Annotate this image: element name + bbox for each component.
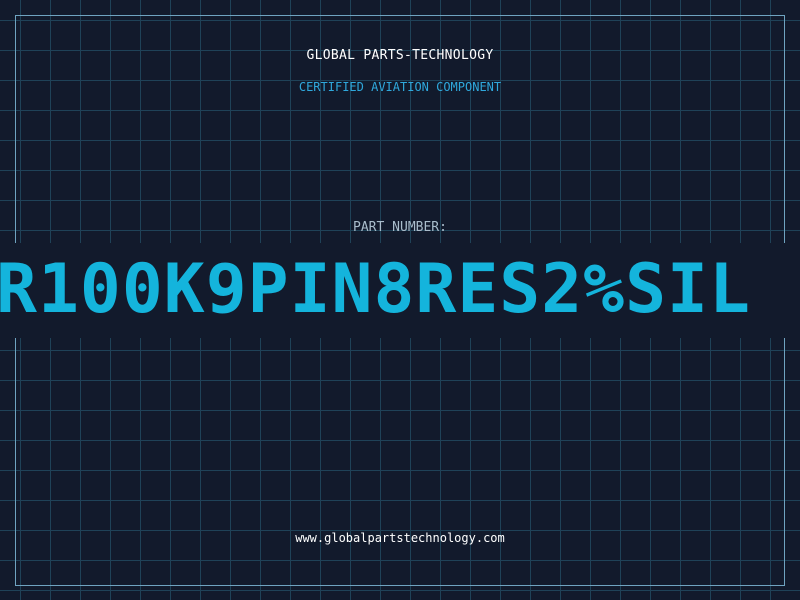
company-name: GLOBAL PARTS-TECHNOLOGY	[306, 48, 494, 63]
label-card: GLOBAL PARTS-TECHNOLOGY CERTIFIED AVIATI…	[0, 0, 800, 600]
frame-border-bottom	[15, 585, 785, 586]
part-number-label: PART NUMBER:	[353, 220, 447, 235]
certification-subtitle: CERTIFIED AVIATION COMPONENT	[298, 80, 502, 94]
website-url: www.globalpartstechnology.com	[295, 531, 505, 545]
frame-border-top	[15, 15, 785, 16]
part-number-value: R100K9PIN8RES2%SIL	[0, 250, 751, 329]
